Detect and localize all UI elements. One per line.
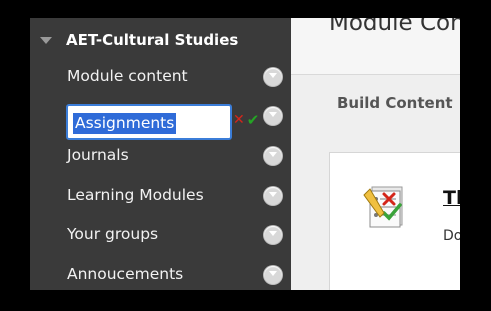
assignment-checklist-icon (363, 186, 403, 228)
sidebar-item-label[interactable]: Annoucements (67, 265, 183, 283)
checkmark-icon[interactable]: ✔ (247, 113, 260, 128)
app-frame: AET-Cultural Studies Module content Assi… (30, 18, 460, 290)
chevron-down-icon[interactable] (264, 226, 282, 244)
chevron-down-icon[interactable] (264, 147, 282, 165)
chevron-down-icon[interactable] (264, 68, 282, 86)
chevron-down-icon[interactable] (264, 187, 282, 205)
sidebar-item-module-content[interactable]: Module content (30, 64, 291, 90)
x-icon[interactable]: ✕ (233, 113, 245, 127)
sidebar-item-label[interactable]: Your groups (67, 225, 158, 243)
course-header[interactable]: AET-Cultural Studies (40, 29, 238, 51)
chevron-down-icon[interactable] (264, 266, 282, 284)
chevron-down-icon[interactable] (264, 107, 282, 125)
rename-actions: ✕ ✔ (233, 113, 260, 128)
course-menu: AET-Cultural Studies Module content Assi… (30, 18, 291, 290)
sidebar-item-your-groups[interactable]: Your groups (30, 222, 291, 248)
content-item-title[interactable]: Th (443, 187, 460, 209)
sidebar-item-annoucements[interactable]: Annoucements (30, 262, 291, 288)
content-item-description: Do (443, 228, 460, 244)
sidebar-item-label[interactable]: Learning Modules (67, 186, 204, 204)
sidebar-item-label[interactable]: Module content (67, 67, 188, 85)
rename-field[interactable]: Assignments (66, 104, 232, 140)
main-content: Module Con Build Content Th Do (291, 18, 460, 290)
content-item-panel: Th Do (329, 152, 460, 290)
divider (291, 74, 460, 75)
sidebar-item-journals[interactable]: Journals (30, 143, 291, 169)
rename-input-selected-text[interactable]: Assignments (73, 113, 177, 134)
collapse-triangle-icon[interactable] (40, 36, 52, 44)
build-content-button[interactable]: Build Content (337, 94, 453, 112)
course-title: AET-Cultural Studies (66, 31, 239, 49)
sidebar-item-label[interactable]: Journals (67, 146, 129, 164)
sidebar-item-learning-modules[interactable]: Learning Modules (30, 183, 291, 209)
page-title: Module Con (329, 18, 460, 36)
